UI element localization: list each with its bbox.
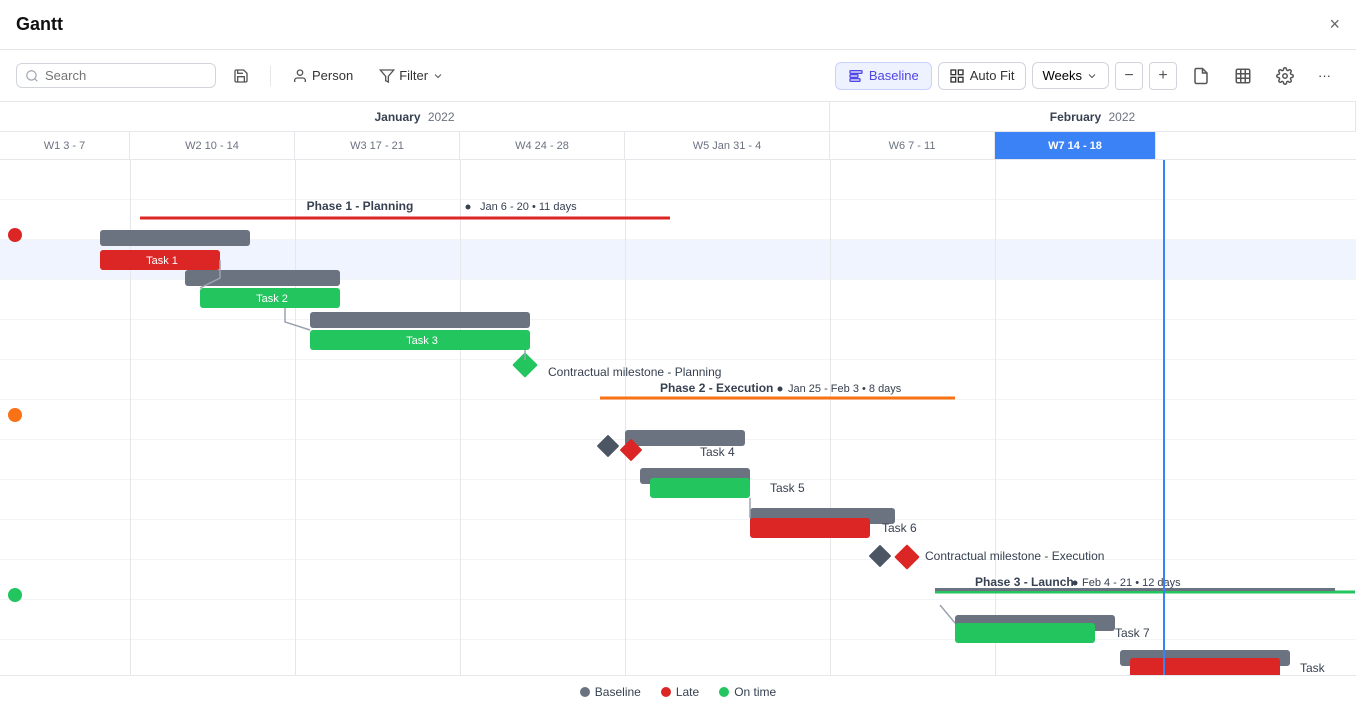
filter-label: Filter (399, 68, 428, 83)
task3-label: Task 3 (406, 335, 438, 347)
month-january: January 2022 (0, 102, 830, 131)
save-icon (233, 68, 249, 84)
phase2-label: Phase 2 - Execution (660, 381, 773, 395)
phase2-detail: Jan 25 - Feb 3 • 8 days (788, 383, 902, 395)
legend-ontime: On time (719, 685, 776, 699)
task7-bar (955, 623, 1095, 643)
month-header: January 2022 February 2022 (0, 102, 1356, 132)
chevron-down-icon-weeks (1086, 70, 1098, 82)
phase1-sep1 (466, 205, 471, 210)
gantt-area: January 2022 February 2022 W1 3 - 7 W2 1… (0, 102, 1356, 707)
page-title: Gantt (16, 14, 63, 35)
legend-ontime-label: On time (734, 685, 776, 699)
phase3-detail: Feb 4 - 21 • 12 days (1082, 577, 1181, 589)
phase1-label: Phase 1 - Planning (307, 199, 414, 213)
search-box[interactable] (16, 63, 216, 88)
arrow-phase3-t7 (940, 605, 955, 623)
fit-button[interactable] (1225, 62, 1261, 90)
week-w6: W6 7 - 11 (830, 132, 995, 159)
task4-label: Task 4 (700, 445, 735, 459)
zoom-out-button[interactable]: − (1115, 62, 1143, 90)
autofit-button[interactable]: Auto Fit (938, 62, 1026, 90)
pre-task4-milestone (597, 435, 620, 458)
person-icon (292, 68, 308, 84)
export-icon (1192, 67, 1210, 85)
legend-baseline-label: Baseline (595, 685, 641, 699)
export-button[interactable] (1183, 62, 1219, 90)
header: Gantt × (0, 0, 1356, 50)
person-button[interactable]: Person (283, 63, 362, 89)
arrow-t2-t3 (285, 308, 310, 330)
filter-button[interactable]: Filter (370, 63, 453, 89)
save-button[interactable] (224, 63, 258, 89)
week-w3: W3 17 - 21 (295, 132, 460, 159)
legend: Baseline Late On time (0, 675, 1356, 707)
baseline-label: Baseline (869, 68, 919, 83)
autofit-icon (949, 68, 965, 84)
toolbar-right: Baseline Auto Fit Weeks − + ··· (835, 62, 1340, 90)
search-input[interactable] (45, 68, 195, 83)
exe-milestone-label: Contractual milestone - Execution (925, 549, 1104, 563)
baseline-icon (848, 68, 864, 84)
settings-button[interactable] (1267, 62, 1303, 90)
filter-icon (379, 68, 395, 84)
phase1-detail: Jan 6 - 20 • 11 days (480, 201, 577, 213)
gear-icon (1276, 67, 1294, 85)
gantt-body: Phase 1 - Planning Jan 6 - 20 • 11 days … (0, 160, 1356, 675)
autofit-label: Auto Fit (970, 68, 1015, 83)
task7-label: Task 7 (1115, 626, 1150, 640)
week-w5: W5 Jan 31 - 4 (625, 132, 830, 159)
phase2-sep (778, 387, 783, 392)
weeks-label: Weeks (1043, 68, 1083, 83)
legend-late-label: Late (676, 685, 699, 699)
fit-icon (1234, 67, 1252, 85)
baseline-button[interactable]: Baseline (835, 62, 932, 90)
task1-label: Task 1 (146, 255, 178, 267)
zoom-in-button[interactable]: + (1149, 62, 1177, 90)
legend-late-dot (661, 687, 671, 697)
task8-label: Task (1300, 661, 1326, 675)
week-w1: W1 3 - 7 (0, 132, 130, 159)
more-label: ··· (1318, 68, 1331, 83)
weeks-select[interactable]: Weeks (1032, 62, 1110, 89)
task1-baseline (100, 230, 250, 246)
week-w7: W7 14 - 18 (995, 132, 1156, 159)
more-button[interactable]: ··· (1309, 63, 1340, 88)
legend-baseline: Baseline (580, 685, 641, 699)
task6-label: Task 6 (882, 521, 917, 535)
week-w2: W2 10 - 14 (130, 132, 295, 159)
close-button[interactable]: × (1329, 14, 1340, 35)
week-header: W1 3 - 7 W2 10 - 14 W3 17 - 21 W4 24 - 2… (0, 132, 1356, 160)
phase3-sep (1073, 581, 1078, 586)
legend-baseline-dot (580, 687, 590, 697)
task5-label: Task 5 (770, 481, 805, 495)
week-w4: W4 24 - 28 (460, 132, 625, 159)
milestone1-label: Contractual milestone - Planning (548, 365, 721, 379)
phase3-label: Phase 3 - Launch (975, 575, 1074, 589)
task4-baseline (625, 430, 745, 446)
search-icon (25, 69, 39, 83)
task6-bar (750, 518, 870, 538)
exe-milestone-gray (869, 545, 892, 568)
chevron-down-icon (432, 70, 444, 82)
task8-bar (1130, 658, 1280, 675)
legend-late: Late (661, 685, 699, 699)
task5-bar (650, 478, 750, 498)
task3-baseline (310, 312, 530, 328)
task2-label: Task 2 (256, 293, 288, 305)
month-february: February 2022 (830, 102, 1356, 131)
exe-milestone-red (894, 544, 919, 569)
separator-1 (270, 66, 271, 86)
toolbar: Person Filter Baseline Auto Fit Weeks − … (0, 50, 1356, 102)
gantt-svg: Phase 1 - Planning Jan 6 - 20 • 11 days … (0, 160, 1356, 675)
legend-ontime-dot (719, 687, 729, 697)
person-label: Person (312, 68, 353, 83)
